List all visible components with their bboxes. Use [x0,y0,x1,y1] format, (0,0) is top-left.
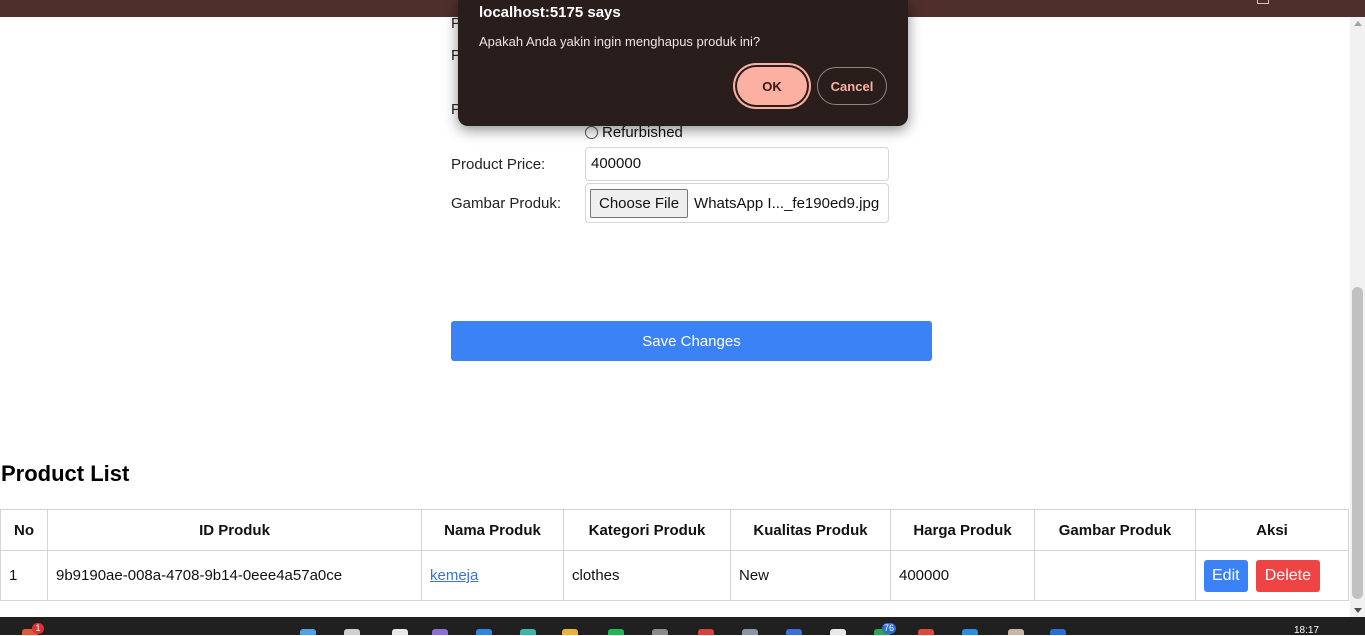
table-header-row: No ID Produk Nama Produk Kategori Produk… [0,509,1349,551]
search-icon[interactable] [344,629,360,635]
dialog-message: Apakah Anda yakin ingin menghapus produk… [479,34,761,49]
edit-button[interactable]: Edit [1204,559,1248,592]
app-icon[interactable] [918,629,934,635]
radio-label: Refurbished [602,124,683,141]
choose-file-button[interactable]: Choose File [590,188,689,218]
task-view-icon[interactable] [392,629,408,635]
price-input[interactable]: 400000 [585,147,889,181]
app-icon[interactable] [786,629,802,635]
cell-id: 9b9190ae-008a-4708-9b14-0eee4a57a0ce [47,550,422,601]
notification-badge: 76 [882,623,897,634]
radio-button[interactable] [585,126,598,139]
spotify-icon[interactable] [608,629,624,635]
windows-start-icon[interactable] [300,629,316,635]
app-icon[interactable] [742,629,758,635]
app-icon[interactable] [476,629,492,635]
cell-category: clothes [563,550,731,601]
taskbar: 1 76 18:17 [0,617,1365,636]
column-header: Aksi [1195,509,1349,551]
vertical-scrollbar[interactable] [1350,17,1365,617]
price-label: Product Price: [451,156,546,173]
selected-file-name: WhatsApp I..._fe190ed9.jpg [694,194,880,212]
app-icon[interactable] [432,629,448,635]
cell-name: kemeja [421,550,564,601]
product-name-link[interactable]: kemeja [430,567,478,584]
app-icon[interactable] [830,629,846,635]
column-header: No [0,509,48,551]
vscode-icon[interactable] [962,629,978,635]
window-icon[interactable] [1257,0,1269,4]
scroll-thumb[interactable] [1352,287,1363,599]
column-header: Harga Produk [890,509,1035,551]
product-list-title: Product List [1,461,130,486]
table-row: 1 9b9190ae-008a-4708-9b14-0eee4a57a0ce k… [0,550,1349,601]
folder-icon[interactable] [562,629,578,635]
column-header: Kategori Produk [563,509,731,551]
confirm-dialog: localhost:5175 says Apakah Anda yakin in… [458,0,908,126]
cell-actions: Edit Delete [1195,550,1349,601]
column-header: Nama Produk [421,509,564,551]
delete-button[interactable]: Delete [1255,559,1320,592]
column-header: ID Produk [47,509,422,551]
column-header: Kualitas Produk [730,509,891,551]
save-changes-button[interactable]: Save Changes [451,321,932,361]
scroll-down-arrow-icon[interactable] [1354,608,1362,613]
product-table: No ID Produk Nama Produk Kategori Produk… [0,509,1349,601]
dialog-ok-button[interactable]: OK [737,67,807,105]
dialog-cancel-button[interactable]: Cancel [817,67,887,105]
cell-no: 1 [0,550,48,601]
app-icon[interactable] [520,629,536,635]
radio-refurbished[interactable]: Refurbished [585,124,683,141]
app-icon[interactable] [1050,629,1066,635]
browser-icon[interactable] [1008,629,1024,635]
notification-badge: 1 [32,623,44,634]
app-icon[interactable] [698,629,714,635]
cell-price: 400000 [890,550,1035,601]
file-input[interactable]: Choose File WhatsApp I..._fe190ed9.jpg [585,183,889,223]
column-header: Gambar Produk [1034,509,1196,551]
dialog-title: localhost:5175 says [479,4,621,21]
clock: 18:17 [1294,625,1320,636]
scroll-up-arrow-icon[interactable] [1354,21,1362,26]
cell-image [1034,550,1196,601]
app-icon[interactable] [652,629,668,635]
cell-quality: New [730,550,891,601]
image-label: Gambar Produk: [451,195,562,212]
